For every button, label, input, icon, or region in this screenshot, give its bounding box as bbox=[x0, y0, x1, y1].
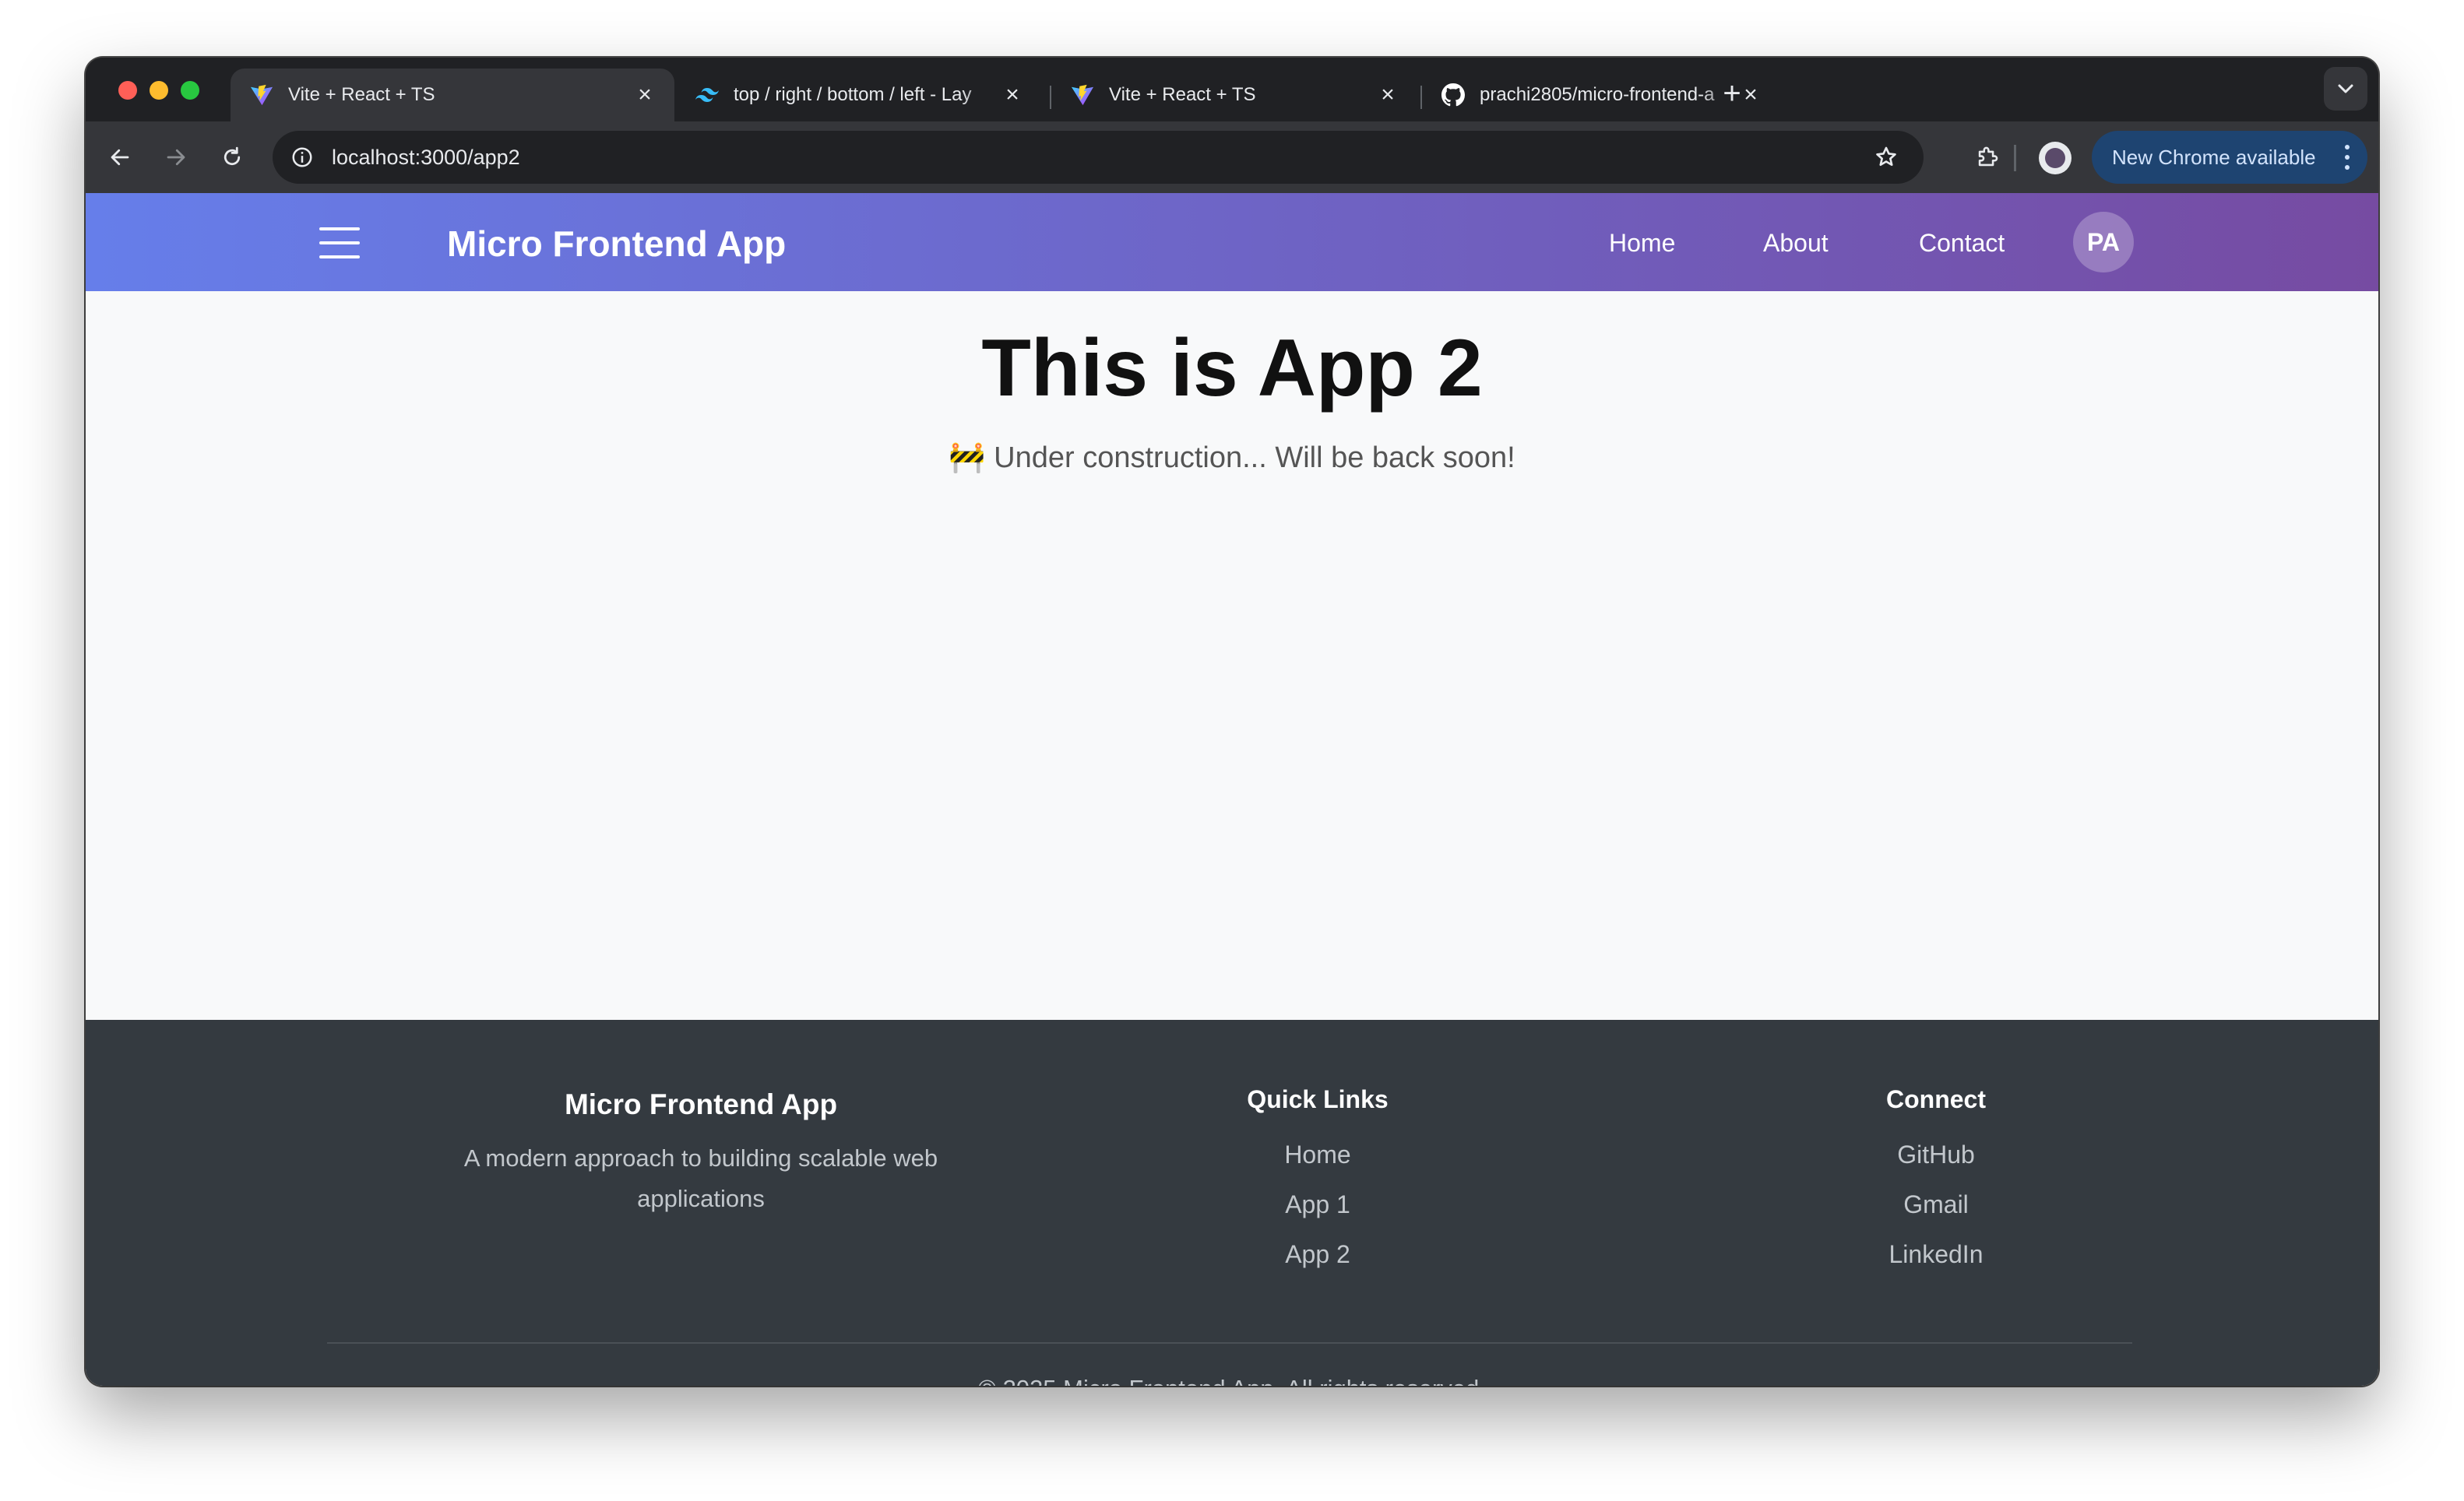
close-window-button[interactable] bbox=[118, 81, 137, 100]
browser-tab[interactable]: Vite + React + TS × bbox=[231, 69, 674, 121]
footer-description: A modern approach to building scalable w… bbox=[463, 1144, 938, 1212]
close-tab-icon[interactable]: × bbox=[1001, 83, 1023, 107]
web-page: Micro Frontend App Home About Contact PA… bbox=[86, 193, 2378, 1386]
footer-link-home[interactable]: Home bbox=[1162, 1130, 1473, 1179]
nav-link-contact[interactable]: Contact bbox=[1919, 229, 2005, 258]
footer-link-github[interactable]: GitHub bbox=[1780, 1130, 2092, 1179]
site-info-icon[interactable] bbox=[285, 140, 319, 174]
close-tab-icon[interactable]: × bbox=[1377, 83, 1399, 107]
new-tab-button[interactable]: + bbox=[1715, 78, 1749, 109]
footer-link-gmail[interactable]: Gmail bbox=[1780, 1179, 2092, 1229]
address-bar[interactable]: localhost:3000/app2 bbox=[273, 131, 1924, 184]
footer-link-app1[interactable]: App 1 bbox=[1162, 1179, 1473, 1229]
update-label: New Chrome available bbox=[2112, 145, 2316, 169]
arrow-left-icon bbox=[111, 149, 129, 166]
browser-window: Vite + React + TS × top / right / bottom… bbox=[86, 58, 2378, 1386]
footer-link-linkedin[interactable]: LinkedIn bbox=[1780, 1229, 2092, 1279]
hamburger-menu-icon[interactable] bbox=[319, 227, 360, 258]
extensions-button[interactable] bbox=[1970, 140, 2005, 174]
chevron-down-icon bbox=[2338, 84, 2353, 93]
footer-quick-links-column: Quick Links Home App 1 App 2 bbox=[1162, 1085, 1473, 1279]
connect-heading: Connect bbox=[1886, 1085, 1986, 1113]
close-tab-icon[interactable]: × bbox=[634, 83, 656, 107]
tab-search-button[interactable] bbox=[2324, 67, 2367, 111]
reload-icon bbox=[224, 146, 241, 166]
profile-avatar[interactable] bbox=[2039, 142, 2072, 174]
vite-icon bbox=[1070, 83, 1095, 107]
footer-brand: Micro Frontend App bbox=[564, 1088, 838, 1120]
browser-tab[interactable]: top / right / bottom / left - Lay × bbox=[676, 69, 1042, 121]
minimize-window-button[interactable] bbox=[150, 81, 168, 100]
tab-title: Vite + React + TS bbox=[1109, 84, 1256, 105]
page-subtitle: 🚧 Under construction... Will be back soo… bbox=[949, 441, 1515, 474]
navbar-brand[interactable]: Micro Frontend App bbox=[447, 223, 786, 265]
app-navbar: Micro Frontend App Home About Contact PA bbox=[86, 193, 2378, 291]
puzzle-icon bbox=[1978, 146, 1998, 167]
bookmark-star-icon[interactable] bbox=[1871, 142, 1902, 173]
tab-title: Vite + React + TS bbox=[288, 84, 435, 105]
footer-link-app2[interactable]: App 2 bbox=[1162, 1229, 1473, 1279]
tab-title: prachi2805/micro-frontend-a bbox=[1480, 84, 1715, 105]
maximize-window-button[interactable] bbox=[181, 81, 199, 100]
tab-strip: Vite + React + TS × top / right / bottom… bbox=[86, 58, 2378, 121]
toolbar-separator bbox=[2014, 145, 2016, 171]
new-chrome-available-button[interactable]: New Chrome available bbox=[2092, 131, 2367, 184]
site-footer: Micro Frontend App A modern approach to … bbox=[86, 1020, 2378, 1386]
more-options-icon[interactable] bbox=[2344, 145, 2350, 170]
copyright-text: © 2025 Micro Frontend App. All rights re… bbox=[86, 1375, 2378, 1386]
footer-about-column: Micro Frontend App A modern approach to … bbox=[436, 1088, 966, 1219]
nav-link-home[interactable]: Home bbox=[1609, 229, 1675, 258]
footer-connect-column: Connect GitHub Gmail LinkedIn bbox=[1780, 1085, 2092, 1279]
github-icon bbox=[1441, 83, 1466, 107]
footer-divider bbox=[327, 1342, 2132, 1344]
back-button[interactable] bbox=[103, 140, 137, 174]
arrow-right-icon bbox=[167, 149, 185, 166]
browser-tab[interactable]: Vite + React + TS × bbox=[1051, 69, 1417, 121]
user-avatar[interactable]: PA bbox=[2073, 212, 2134, 272]
tab-title: top / right / bottom / left - Lay bbox=[734, 84, 972, 105]
page-title: This is App 2 bbox=[981, 323, 1483, 413]
browser-toolbar: localhost:3000/app2 New Chrome available bbox=[86, 121, 2378, 193]
quick-links-heading: Quick Links bbox=[1247, 1085, 1389, 1113]
vite-icon bbox=[249, 83, 274, 107]
reload-button[interactable] bbox=[215, 140, 249, 174]
url-text[interactable]: localhost:3000/app2 bbox=[332, 146, 520, 170]
nav-link-about[interactable]: About bbox=[1763, 229, 1829, 258]
tailwind-icon bbox=[695, 83, 720, 107]
forward-button[interactable] bbox=[159, 140, 193, 174]
window-controls bbox=[118, 81, 199, 100]
